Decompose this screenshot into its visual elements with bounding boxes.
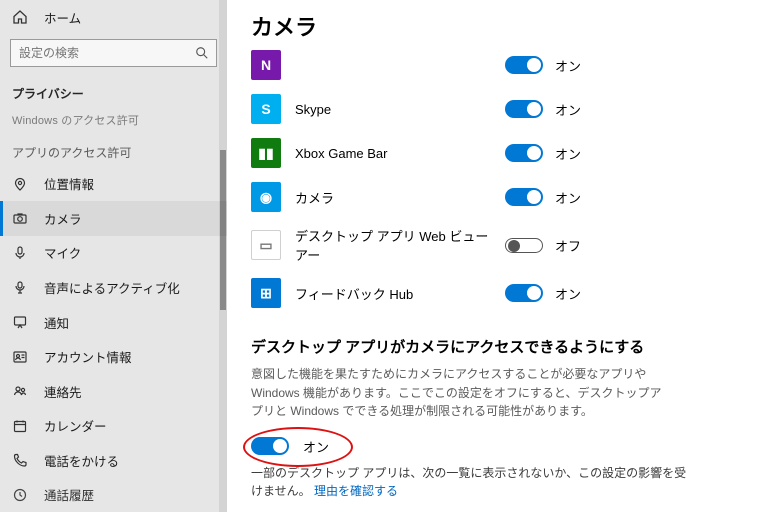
sidebar-item-label: 通知: [44, 313, 69, 332]
toggle-label: オン: [555, 144, 581, 163]
history-icon: [12, 487, 28, 503]
toggle-label: オン: [303, 437, 329, 456]
toggle-label: オン: [555, 188, 581, 207]
sidebar-item-label: カレンダー: [44, 416, 107, 435]
skype-icon: S: [251, 94, 281, 124]
app-name: カメラ: [295, 188, 495, 207]
desktop-section-title: デスクトップ アプリがカメラにアクセスできるようにする: [251, 336, 742, 357]
reason-link[interactable]: 理由を確認する: [314, 484, 398, 498]
sidebar-home[interactable]: ホーム: [0, 0, 227, 35]
feedback-icon: ⊞: [251, 278, 281, 308]
phone-icon: [12, 452, 28, 468]
app-row-onenote: N オン: [251, 50, 742, 80]
notification-icon: [12, 314, 28, 330]
toggle-camera[interactable]: [505, 188, 543, 206]
toggle-feedback[interactable]: [505, 284, 543, 302]
microphone-icon: [12, 245, 28, 261]
calendar-icon: [12, 418, 28, 434]
sidebar-category: プライバシー: [0, 75, 227, 108]
search-box: [10, 39, 217, 67]
sidebar-item-phone[interactable]: 電話をかける: [0, 443, 227, 478]
app-name: Xbox Game Bar: [295, 146, 495, 161]
toggle-onenote[interactable]: [505, 56, 543, 74]
sidebar-item-call-history[interactable]: 通話履歴: [0, 477, 227, 512]
app-name: フィードバック Hub: [295, 284, 495, 303]
app-name: デスクトップ アプリ Web ビューアー: [295, 226, 495, 264]
main: カメラ N オン S Skype オン ▮▮ Xbox Game: [227, 0, 768, 512]
xbox-icon: ▮▮: [251, 138, 281, 168]
onenote-icon: N: [251, 50, 281, 80]
sidebar-item-label: マイク: [44, 243, 81, 262]
webviewer-icon: ▭: [251, 230, 281, 260]
app-name: Skype: [295, 102, 495, 117]
sidebar-item-label: 電話をかける: [44, 451, 119, 470]
desktop-note: 一部のデスクトップ アプリは、次の一覧に表示されないか、この設定の影響を受けませ…: [251, 464, 691, 501]
voice-icon: [12, 279, 28, 295]
home-icon: [12, 9, 28, 25]
search-icon: [195, 46, 209, 60]
sidebar-item-label: 位置情報: [44, 174, 94, 193]
app-row-webviewer: ▭ デスクトップ アプリ Web ビューアー オフ: [251, 226, 742, 264]
sidebar-item-label: アカウント情報: [44, 347, 132, 366]
camera-app-icon: ◉: [251, 182, 281, 212]
app-row-skype: S Skype オン: [251, 94, 742, 124]
sidebar-item-label: カメラ: [44, 209, 82, 228]
contacts-icon: [12, 383, 28, 399]
sidebar-item-notifications[interactable]: 通知: [0, 305, 227, 340]
camera-icon: [12, 210, 28, 226]
sidebar-item-location[interactable]: 位置情報: [0, 167, 227, 202]
sidebar-item-microphone[interactable]: マイク: [0, 236, 227, 271]
toggle-label: オン: [555, 284, 581, 303]
account-icon: [12, 349, 28, 365]
sidebar-home-label: ホーム: [44, 8, 81, 27]
sidebar: ホーム プライバシー Windows のアクセス許可 アプリのアクセス許可 位置…: [0, 0, 227, 512]
sidebar-item-account-info[interactable]: アカウント情報: [0, 339, 227, 374]
search-input[interactable]: [10, 39, 217, 67]
sidebar-section-apps: アプリのアクセス許可: [0, 134, 227, 167]
desktop-section-description: 意図した機能を果たすためにカメラにアクセスすることが必要なアプリや Window…: [251, 365, 671, 421]
sidebar-section-cutoff: Windows のアクセス許可: [0, 108, 227, 134]
app-permission-list: N オン S Skype オン ▮▮ Xbox Game Bar: [251, 68, 742, 308]
page-title: カメラ: [251, 10, 742, 42]
sidebar-item-label: 音声によるアクティブ化: [44, 278, 180, 297]
toggle-desktop-master[interactable]: [251, 437, 289, 455]
toggle-label: オフ: [555, 236, 581, 255]
sidebar-item-camera[interactable]: カメラ: [0, 201, 227, 236]
toggle-label: オン: [555, 100, 581, 119]
toggle-xbox[interactable]: [505, 144, 543, 162]
toggle-webviewer[interactable]: [505, 238, 543, 253]
location-icon: [12, 176, 28, 192]
sidebar-item-contacts[interactable]: 連絡先: [0, 374, 227, 409]
app-row-camera: ◉ カメラ オン: [251, 182, 742, 212]
app-row-feedback: ⊞ フィードバック Hub オン: [251, 278, 742, 308]
sidebar-item-label: 通話履歴: [44, 485, 94, 504]
toggle-skype[interactable]: [505, 100, 543, 118]
sidebar-item-voice-activation[interactable]: 音声によるアクティブ化: [0, 270, 227, 305]
desktop-master-toggle-row: オン: [251, 437, 742, 456]
toggle-label: オン: [555, 56, 581, 75]
sidebar-item-calendar[interactable]: カレンダー: [0, 408, 227, 443]
sidebar-item-label: 連絡先: [44, 382, 82, 401]
app-row-xbox: ▮▮ Xbox Game Bar オン: [251, 138, 742, 168]
sidebar-scrollbar[interactable]: [219, 0, 227, 512]
